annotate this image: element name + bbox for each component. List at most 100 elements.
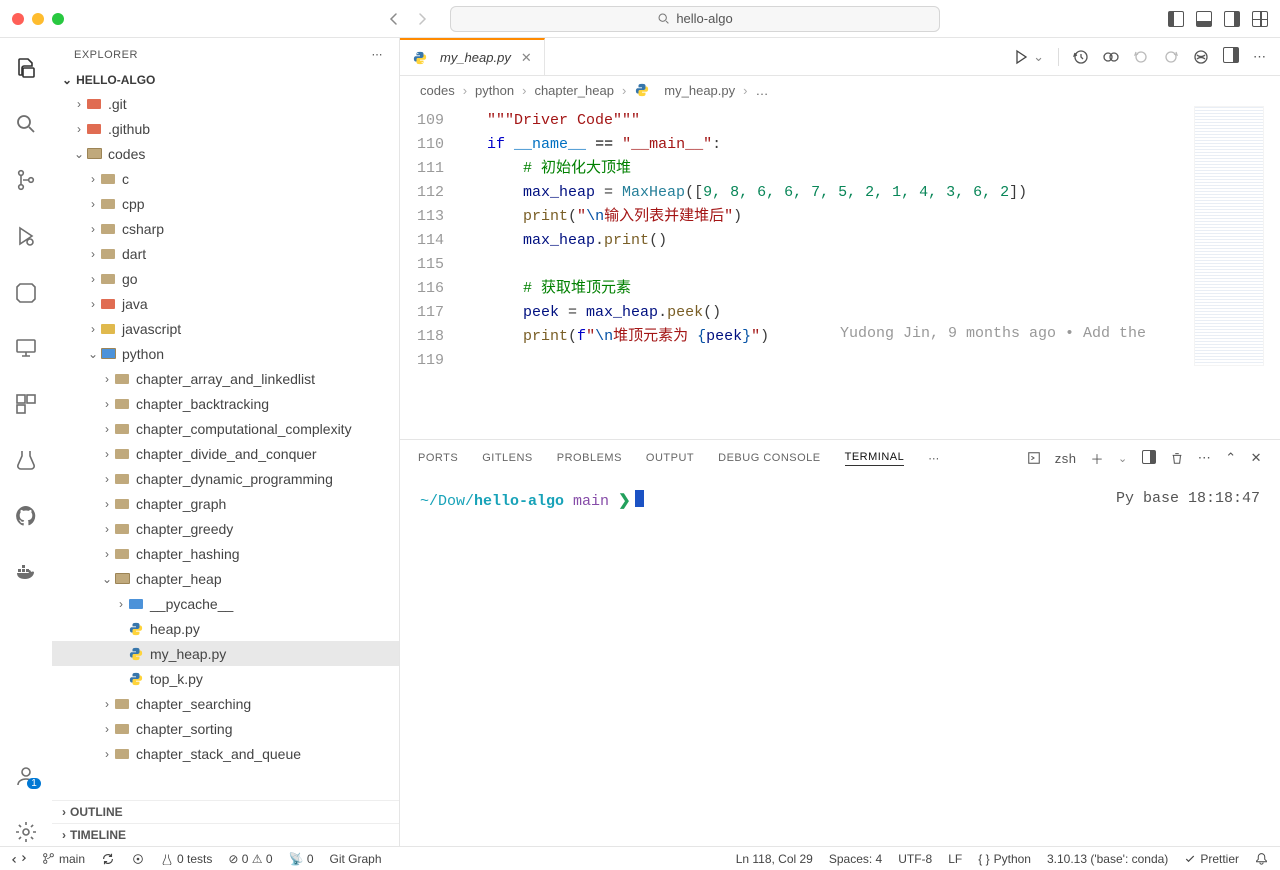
file-item[interactable]: top_k.py bbox=[52, 666, 399, 691]
terminal-launch-icon[interactable] bbox=[1027, 451, 1041, 465]
prettier-status[interactable]: Prettier bbox=[1184, 852, 1239, 866]
workspace-root[interactable]: HELLO-ALGO bbox=[52, 69, 399, 91]
testing-view-icon[interactable] bbox=[12, 446, 40, 474]
maximize-window[interactable] bbox=[52, 13, 64, 25]
extensions-view-icon[interactable] bbox=[12, 390, 40, 418]
search-view-icon[interactable] bbox=[12, 110, 40, 138]
folder-item[interactable]: ›csharp bbox=[52, 216, 399, 241]
ports-status[interactable]: 📡 0 bbox=[289, 852, 314, 866]
eol[interactable]: LF bbox=[948, 852, 962, 866]
python-interpreter[interactable]: 3.10.13 ('base': conda) bbox=[1047, 852, 1168, 866]
close-window[interactable] bbox=[12, 13, 24, 25]
remote-explorer-icon[interactable] bbox=[12, 334, 40, 362]
folder-item[interactable]: ›chapter_backtracking bbox=[52, 391, 399, 416]
remote-indicator[interactable] bbox=[12, 852, 26, 866]
tests-status[interactable]: 0 tests bbox=[161, 852, 212, 866]
folder-item[interactable]: ›chapter_dynamic_programming bbox=[52, 466, 399, 491]
maximize-panel-icon[interactable]: ⌃ bbox=[1225, 450, 1236, 466]
jupyter-icon[interactable] bbox=[1193, 49, 1209, 65]
run-dropdown-icon[interactable]: ⌄ bbox=[1033, 49, 1044, 65]
folder-item[interactable]: ›chapter_greedy bbox=[52, 516, 399, 541]
problems-status[interactable]: ⊘ 0 ⚠ 0 bbox=[228, 852, 272, 866]
open-editors-icon[interactable] bbox=[12, 278, 40, 306]
timeline-icon[interactable] bbox=[1073, 49, 1089, 65]
breadcrumb[interactable]: codes› python› chapter_heap› my_heap.py›… bbox=[400, 76, 1280, 104]
folder-item[interactable]: ›go bbox=[52, 266, 399, 291]
explorer-view-icon[interactable] bbox=[12, 54, 40, 82]
file-item[interactable]: heap.py bbox=[52, 616, 399, 641]
accounts-icon[interactable]: 1 bbox=[12, 762, 40, 790]
toggle-secondary-icon[interactable] bbox=[1224, 11, 1240, 27]
gitlens-status-icon[interactable] bbox=[131, 852, 145, 866]
panel-tab-debug[interactable]: DEBUG CONSOLE bbox=[718, 452, 820, 464]
folder-item[interactable]: ⌄codes bbox=[52, 141, 399, 166]
folder-item[interactable]: ›chapter_graph bbox=[52, 491, 399, 516]
folder-item[interactable]: ›c bbox=[52, 166, 399, 191]
split-terminal-icon[interactable] bbox=[1142, 450, 1156, 467]
panel-tab-terminal[interactable]: TERMINAL bbox=[845, 451, 905, 466]
folder-item[interactable]: ›chapter_hashing bbox=[52, 541, 399, 566]
terminal-dropdown-icon[interactable]: ⌄ bbox=[1118, 452, 1128, 465]
explorer-more-icon[interactable]: ⋯ bbox=[372, 48, 384, 61]
scm-view-icon[interactable] bbox=[12, 166, 40, 194]
git-graph-status[interactable]: Git Graph bbox=[330, 852, 382, 866]
run-view-icon[interactable] bbox=[12, 222, 40, 250]
toggle-sidebar-icon[interactable] bbox=[1168, 11, 1184, 27]
code-editor[interactable]: 109110111112113114115116117118119 """Dri… bbox=[400, 104, 1280, 439]
folder-item[interactable]: ›chapter_sorting bbox=[52, 716, 399, 741]
folder-item[interactable]: ⌄python bbox=[52, 341, 399, 366]
minimize-window[interactable] bbox=[32, 13, 44, 25]
minimap[interactable] bbox=[1194, 106, 1264, 366]
timeline-section[interactable]: TIMELINE bbox=[52, 823, 399, 846]
close-tab-icon[interactable]: ✕ bbox=[521, 50, 532, 66]
encoding[interactable]: UTF-8 bbox=[898, 852, 932, 866]
indentation[interactable]: Spaces: 4 bbox=[829, 852, 882, 866]
panel-tab-gitlens[interactable]: GITLENS bbox=[482, 452, 533, 464]
folder-item[interactable]: ›chapter_stack_and_queue bbox=[52, 741, 399, 766]
folder-item[interactable]: ›java bbox=[52, 291, 399, 316]
folder-item[interactable]: ›chapter_array_and_linkedlist bbox=[52, 366, 399, 391]
docker-view-icon[interactable] bbox=[12, 558, 40, 586]
file-item[interactable]: my_heap.py bbox=[52, 641, 399, 666]
folder-item[interactable]: ⌄chapter_heap bbox=[52, 566, 399, 591]
run-button-icon[interactable] bbox=[1013, 49, 1029, 65]
nav-back[interactable] bbox=[386, 11, 402, 27]
notifications-icon[interactable] bbox=[1255, 852, 1268, 865]
outline-section[interactable]: OUTLINE bbox=[52, 800, 399, 823]
github-view-icon[interactable] bbox=[12, 502, 40, 530]
folder-item[interactable]: ›chapter_computational_complexity bbox=[52, 416, 399, 441]
folder-item[interactable]: ›chapter_divide_and_conquer bbox=[52, 441, 399, 466]
language-mode[interactable]: { } Python bbox=[978, 852, 1031, 866]
shell-name[interactable]: zsh bbox=[1055, 451, 1077, 466]
panel-tab-ports[interactable]: PORTS bbox=[418, 452, 458, 464]
panel-more-icon[interactable]: ⋯ bbox=[928, 452, 940, 465]
panel-tab-output[interactable]: OUTPUT bbox=[646, 452, 694, 464]
kill-terminal-icon[interactable] bbox=[1170, 451, 1184, 465]
split-editor-icon[interactable] bbox=[1223, 47, 1239, 66]
close-panel-icon[interactable]: ✕ bbox=[1251, 450, 1262, 466]
nav-prev-icon[interactable] bbox=[1133, 49, 1149, 65]
folder-item[interactable]: ›.github bbox=[52, 116, 399, 141]
folder-item[interactable]: ›dart bbox=[52, 241, 399, 266]
nav-forward[interactable] bbox=[414, 11, 430, 27]
command-center[interactable]: hello-algo bbox=[450, 6, 940, 32]
nav-next-icon[interactable] bbox=[1163, 49, 1179, 65]
new-terminal-icon[interactable]: ＋ bbox=[1090, 449, 1104, 468]
folder-item[interactable]: ›chapter_searching bbox=[52, 691, 399, 716]
toggle-panel-icon[interactable] bbox=[1196, 11, 1212, 27]
cursor-position[interactable]: Ln 118, Col 29 bbox=[736, 852, 813, 866]
diff-icon[interactable] bbox=[1103, 49, 1119, 65]
sync-icon[interactable] bbox=[101, 852, 115, 866]
settings-gear-icon[interactable] bbox=[12, 818, 40, 846]
folder-item[interactable]: ›javascript bbox=[52, 316, 399, 341]
editor-more-icon[interactable]: ⋯ bbox=[1253, 49, 1266, 65]
folder-item[interactable]: ›__pycache__ bbox=[52, 591, 399, 616]
editor-tab[interactable]: my_heap.py ✕ bbox=[400, 38, 545, 75]
folder-item[interactable]: ›.git bbox=[52, 91, 399, 116]
customize-layout-icon[interactable] bbox=[1252, 11, 1268, 27]
panel-overflow-icon[interactable]: ⋯ bbox=[1198, 450, 1212, 466]
folder-item[interactable]: ›cpp bbox=[52, 191, 399, 216]
terminal[interactable]: ~/Dow/hello-algo main ❯ Py base 18:18:47 bbox=[400, 476, 1280, 846]
git-branch[interactable]: main bbox=[42, 852, 85, 866]
panel-tab-problems[interactable]: PROBLEMS bbox=[557, 452, 622, 464]
